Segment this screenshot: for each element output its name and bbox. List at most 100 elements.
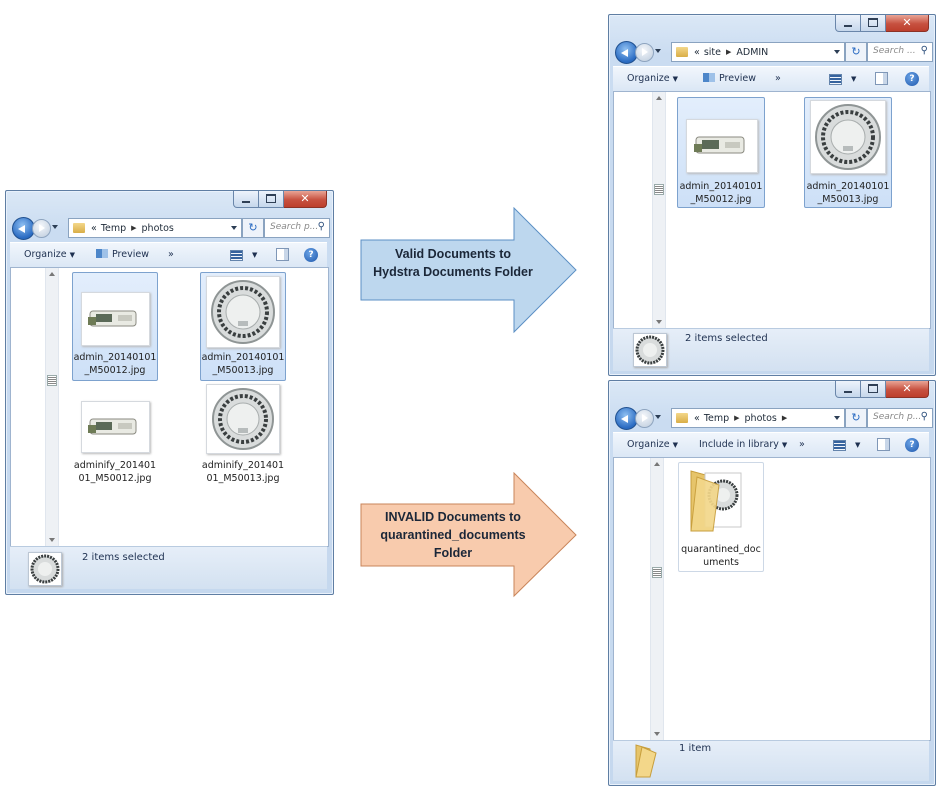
close-button[interactable] — [284, 191, 327, 208]
breadcrumb-separator-icon[interactable]: ▶ — [734, 414, 739, 422]
window-title-bar[interactable] — [613, 19, 833, 37]
scroll-thumb[interactable] — [47, 375, 57, 386]
search-icon[interactable]: ⚲ — [921, 45, 928, 56]
file-name-line1: adminify_201401 — [73, 460, 157, 471]
device-photo-thumbnail — [81, 292, 150, 346]
preview-pane-icon[interactable] — [875, 72, 888, 85]
organize-button[interactable]: Organize ▼ — [24, 249, 75, 260]
change-view-icon[interactable] — [833, 440, 846, 451]
view-dropdown-icon[interactable]: ▼ — [252, 251, 257, 259]
scroll-thumb[interactable] — [654, 184, 664, 195]
scroll-down-icon[interactable] — [656, 320, 662, 324]
search-placeholder: Search p... — [873, 412, 922, 422]
file-item[interactable]: adminify_201401 01_M50013.jpg — [201, 384, 285, 485]
address-bar[interactable]: « Temp ▶ photos ▶ — [671, 408, 845, 428]
file-item[interactable]: admin_20140101 _M50013.jpg — [200, 272, 286, 381]
preview-pane-icon[interactable] — [877, 438, 890, 451]
refresh-icon[interactable]: ↻ — [242, 218, 264, 238]
scroll-thumb[interactable] — [652, 567, 662, 578]
round-sensor-image — [212, 388, 274, 450]
breadcrumb-temp[interactable]: Temp — [101, 223, 126, 234]
breadcrumb-admin[interactable]: ADMIN — [736, 47, 768, 58]
navigation-pane-scrollbar[interactable] — [650, 458, 664, 740]
view-dropdown-icon[interactable]: ▼ — [851, 75, 856, 83]
view-dropdown-icon[interactable]: ▼ — [855, 441, 860, 449]
change-view-icon[interactable] — [829, 74, 842, 85]
maximize-button[interactable] — [861, 381, 886, 398]
preview-button[interactable]: Preview — [703, 73, 756, 84]
close-button[interactable] — [886, 15, 929, 32]
file-item[interactable]: admin_20140101 _M50012.jpg — [677, 97, 765, 208]
address-dropdown-icon[interactable] — [231, 226, 237, 230]
search-box[interactable]: Search p... ⚲ — [867, 408, 933, 428]
refresh-icon[interactable]: ↻ — [845, 42, 867, 62]
search-box[interactable]: Search p... ⚲ — [264, 218, 330, 238]
navigation-pane-scrollbar[interactable] — [652, 92, 666, 328]
organize-button[interactable]: Organize ▼ — [627, 73, 678, 84]
organize-dropdown-icon: ▼ — [672, 75, 678, 83]
address-bar[interactable]: « site ▶ ADMIN — [671, 42, 845, 62]
window-controls — [835, 381, 929, 399]
breadcrumb-separator-icon[interactable]: ▶ — [726, 48, 731, 56]
round-sensor-image — [635, 335, 665, 365]
file-name-line1: admin_20140101 — [679, 181, 763, 192]
file-item[interactable]: admin_20140101 _M50012.jpg — [72, 272, 158, 381]
breadcrumb-photos[interactable]: photos — [142, 223, 174, 234]
more-commands-button[interactable]: » — [168, 249, 174, 260]
maximize-button[interactable] — [259, 191, 284, 208]
search-icon[interactable]: ⚲ — [318, 221, 325, 232]
change-view-icon[interactable] — [230, 250, 243, 261]
search-placeholder: Search p... — [270, 222, 319, 232]
valid-arrow-line1: Valid Documents to — [395, 247, 511, 261]
preview-button[interactable]: Preview — [96, 249, 149, 260]
address-bar[interactable]: « Temp ▶ photos — [68, 218, 242, 238]
address-dropdown-icon[interactable] — [834, 50, 840, 54]
scroll-down-icon[interactable] — [654, 732, 660, 736]
breadcrumb-photos[interactable]: photos — [745, 413, 777, 424]
address-dropdown-icon[interactable] — [834, 416, 840, 420]
device-photo-thumbnail — [81, 401, 150, 453]
organize-button[interactable]: Organize ▼ — [627, 439, 678, 450]
help-icon[interactable]: ? — [905, 72, 919, 86]
navigation-pane-scrollbar[interactable] — [45, 268, 59, 546]
help-icon[interactable]: ? — [304, 248, 318, 262]
more-commands-button[interactable]: » — [799, 439, 805, 450]
maximize-button[interactable] — [861, 15, 886, 32]
round-sensor-image — [30, 554, 60, 584]
breadcrumb-separator-icon[interactable]: ▶ — [131, 224, 136, 232]
minimize-button[interactable] — [835, 15, 861, 32]
help-icon[interactable]: ? — [905, 438, 919, 452]
forward-arrow-icon[interactable] — [32, 219, 51, 238]
recent-pages-dropdown-icon[interactable] — [655, 49, 661, 53]
scroll-up-icon[interactable] — [656, 96, 662, 100]
search-icon[interactable]: ⚲ — [921, 411, 928, 422]
status-text: 2 items selected — [685, 333, 768, 344]
preview-pane-icon[interactable] — [276, 248, 289, 261]
file-item[interactable]: admin_20140101 _M50013.jpg — [804, 97, 892, 208]
source-explorer-window: « Temp ▶ photos ↻ Search p... ⚲ Organize… — [5, 190, 334, 595]
more-commands-button[interactable]: » — [775, 73, 781, 84]
include-in-library-button[interactable]: Include in library ▼ — [699, 439, 787, 450]
scroll-up-icon[interactable] — [654, 462, 660, 466]
recent-pages-dropdown-icon[interactable] — [655, 415, 661, 419]
minimize-button[interactable] — [835, 381, 861, 398]
organize-dropdown-icon: ▼ — [672, 441, 678, 449]
valid-documents-arrow: Valid Documents to Hydstra Documents Fol… — [360, 206, 578, 334]
folder-icon — [690, 470, 742, 532]
folder-item[interactable]: quarantined_doc uments — [678, 462, 764, 572]
scroll-down-icon[interactable] — [49, 538, 55, 542]
breadcrumb-site[interactable]: site — [704, 47, 721, 58]
window-title-bar[interactable] — [613, 385, 833, 403]
forward-arrow-icon[interactable] — [635, 43, 654, 62]
close-button[interactable] — [886, 381, 929, 398]
breadcrumb-temp[interactable]: Temp — [704, 413, 729, 424]
breadcrumb-separator-icon[interactable]: ▶ — [782, 414, 787, 422]
file-item[interactable]: adminify_201401 01_M50012.jpg — [73, 385, 157, 485]
window-title-bar[interactable] — [10, 195, 230, 213]
forward-arrow-icon[interactable] — [635, 409, 654, 428]
minimize-button[interactable] — [233, 191, 259, 208]
search-box[interactable]: Search ... ⚲ — [867, 42, 933, 62]
refresh-icon[interactable]: ↻ — [845, 408, 867, 428]
recent-pages-dropdown-icon[interactable] — [52, 225, 58, 229]
scroll-up-icon[interactable] — [49, 272, 55, 276]
